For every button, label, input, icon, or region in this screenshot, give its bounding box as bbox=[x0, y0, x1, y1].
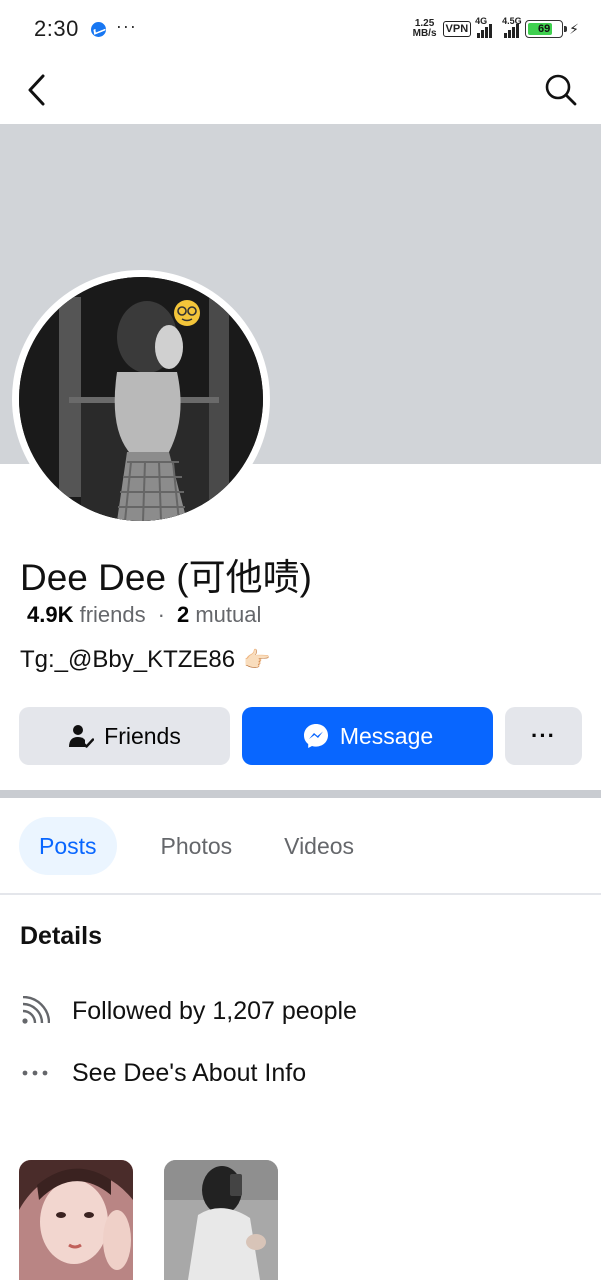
top-nav bbox=[0, 58, 601, 124]
friends-button[interactable]: Friends bbox=[19, 707, 230, 765]
photo-thumbnail[interactable] bbox=[19, 1160, 133, 1280]
signal-icon: 4G bbox=[475, 16, 493, 38]
messenger-notification-icon bbox=[90, 21, 106, 37]
chevron-left-icon bbox=[28, 74, 45, 106]
profile-name: Dee Dee (可他啧) bbox=[20, 557, 312, 598]
friends-count: 4.9K bbox=[27, 602, 74, 627]
battery-icon: 69 bbox=[525, 20, 568, 38]
pointing-hand-emoji: 👉🏻 bbox=[243, 647, 271, 672]
tab-photos[interactable]: Photos bbox=[141, 817, 253, 875]
friends-check-icon bbox=[69, 725, 95, 748]
bio-text: Tg:_@Bby_KTZE86 bbox=[20, 646, 236, 673]
tab-videos[interactable]: Videos bbox=[264, 817, 374, 875]
about-info-row[interactable]: See Dee's About Info bbox=[20, 1058, 306, 1088]
stats-separator: · bbox=[157, 602, 165, 627]
friends-label: friends bbox=[79, 602, 146, 627]
tab-posts[interactable]: Posts bbox=[19, 817, 117, 875]
profile-photo-illustration bbox=[19, 277, 263, 521]
messenger-icon bbox=[303, 724, 328, 748]
signal-icon-2: 4.5G bbox=[502, 16, 522, 38]
friends-button-label: Friends bbox=[104, 722, 181, 749]
rss-icon bbox=[20, 996, 50, 1026]
profile-stats: 4.9K friends · 2 mutual bbox=[27, 602, 261, 628]
search-icon bbox=[545, 74, 577, 106]
profile-tabs: Posts Photos Videos bbox=[19, 817, 374, 875]
network-type-1: 4G bbox=[475, 16, 488, 26]
charging-icon: ⚡ bbox=[569, 20, 579, 37]
about-info-text: See Dee's About Info bbox=[72, 1058, 307, 1087]
mutual-friends-link[interactable]: 2 mutual bbox=[177, 602, 261, 627]
tabs-divider bbox=[0, 893, 601, 895]
followers-row[interactable]: Followed by 1,207 people bbox=[20, 996, 357, 1026]
details-heading: Details bbox=[20, 922, 102, 950]
network-speed: 1.25 MB/s bbox=[413, 19, 437, 39]
mutual-count: 2 bbox=[176, 602, 190, 627]
friends-link[interactable]: 4.9K friends bbox=[27, 602, 146, 627]
profile-bio: Tg:_@Bby_KTZE86 👉🏻 bbox=[20, 646, 271, 674]
profile-picture[interactable] bbox=[12, 270, 270, 528]
network-type-2: 4.5G bbox=[502, 16, 522, 26]
mutual-label: mutual bbox=[195, 602, 262, 627]
message-button[interactable]: Message bbox=[242, 707, 493, 765]
more-notifications-icon: ··· bbox=[115, 15, 137, 36]
battery-level: 69 bbox=[538, 23, 551, 35]
photo-thumbnail[interactable] bbox=[164, 1160, 278, 1280]
message-button-label: Message bbox=[339, 722, 434, 749]
ellipsis-icon bbox=[20, 1058, 50, 1088]
vpn-icon: VPN bbox=[442, 21, 472, 37]
network-speed-unit: MB/s bbox=[412, 28, 437, 39]
profile-picture-image bbox=[19, 277, 263, 521]
status-time: 2:30 bbox=[34, 16, 79, 41]
status-bar: 2:30 ··· 1.25 MB/s VPN 4G 4.5G 69 ⚡ bbox=[0, 0, 601, 58]
status-indicators: 1.25 MB/s VPN 4G 4.5G 69 ⚡ bbox=[413, 16, 579, 39]
section-divider bbox=[0, 790, 601, 798]
more-icon: ··· bbox=[531, 723, 556, 748]
search-button[interactable] bbox=[543, 72, 579, 108]
back-button[interactable] bbox=[22, 72, 54, 108]
more-options-button[interactable]: ··· bbox=[505, 707, 582, 765]
followers-text: Followed by 1,207 people bbox=[72, 996, 357, 1025]
